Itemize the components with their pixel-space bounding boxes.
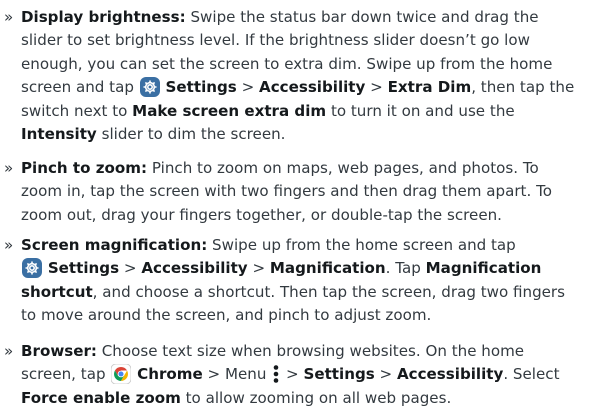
text-run: Pinch to zoom on maps, web pages, and ph… (147, 159, 539, 177)
bold-term: Extra Dim (387, 78, 472, 97)
text-run: slider to dim the screen. (96, 125, 286, 144)
settings-gear-icon (139, 77, 160, 98)
text-line: screen, tap Chrome > Menu > Settings > A… (4, 363, 608, 386)
bullet-marker: » (4, 159, 14, 177)
text-run: to turn it on and use the (326, 101, 515, 120)
text-run: Choose text size when browsing websites.… (96, 342, 525, 360)
list-item: » Browser: Choose text size when browsing… (4, 340, 608, 410)
text-line: enough, you can set the screen to extra … (4, 53, 608, 76)
text-run: slider to set brightness level. If the b… (21, 31, 530, 50)
text-run: > Menu (202, 365, 272, 384)
bold-term: Pinch to zoom: (21, 159, 148, 177)
chrome-icon (110, 364, 132, 385)
list-item: » Screen magnification: Swipe up from the… (4, 234, 608, 328)
text-run: switch next to (21, 101, 133, 120)
text-line: Intensity slider to dim the screen. (4, 123, 608, 146)
bold-term: Display brightness: (21, 8, 186, 26)
list-item: » Pinch to zoom: Pinch to zoom on maps, w… (4, 157, 608, 227)
bold-term: Settings (47, 259, 120, 278)
text-line: switch next to Make screen extra dim to … (4, 100, 608, 123)
bold-term: Make screen extra dim (132, 101, 327, 120)
text-run: screen, tap (21, 365, 111, 384)
bullet-marker: » (4, 342, 14, 360)
text-run: > (374, 365, 397, 384)
text-run: screen and tap (21, 78, 139, 97)
list-item: » Display brightness: Swipe the status ba… (4, 6, 608, 146)
text-line: » Display brightness: Swipe the status ba… (4, 6, 608, 29)
text-line: » Screen magnification: Swipe up from the… (4, 234, 608, 257)
text-run: to move around the screen, and pinch to … (21, 306, 432, 325)
text-run: , and choose a shortcut. Then tap the sc… (92, 282, 565, 301)
bold-term: Force enable zoom (21, 388, 181, 407)
bullet-marker: » (4, 236, 14, 254)
bold-term: Browser: (21, 342, 97, 360)
bold-term: Magnification (425, 259, 542, 278)
text-run: . Select (503, 365, 560, 384)
text-line: » Browser: Choose text size when browsing… (4, 340, 608, 363)
text-line: zoom out, drag your fingers together, or… (4, 204, 608, 227)
bullet-marker: » (4, 8, 14, 26)
text-line: to move around the screen, and pinch to … (4, 304, 608, 327)
bold-term: Intensity (21, 125, 97, 144)
text-line: slider to set brightness level. If the b… (4, 29, 608, 52)
bold-term: Accessibility (141, 259, 248, 278)
text-run: to allow zooming on all web pages. (180, 388, 452, 407)
settings-gear-icon (22, 258, 42, 279)
bold-term: Screen magnification: (21, 236, 208, 254)
bold-term: Chrome (137, 365, 203, 384)
bold-term: Magnification (269, 259, 386, 278)
text-run: > (281, 365, 304, 384)
text-run: . Tap (385, 259, 426, 278)
text-run: > (365, 78, 388, 97)
text-run: zoom out, drag your fingers together, or… (21, 205, 502, 224)
text-line: shortcut, and choose a shortcut. Then ta… (4, 281, 608, 304)
text-run: Swipe up from the home screen and tap (207, 236, 516, 254)
menu-dots-icon (272, 364, 280, 384)
text-run: zoom in, tap the screen with two fingers… (21, 182, 552, 201)
bold-term: Accessibility (259, 78, 366, 97)
text-line: Settings > Accessibility > Magnification… (4, 257, 608, 280)
text-run: > (236, 78, 260, 97)
text-run: > (119, 259, 142, 278)
bold-term: Settings (303, 365, 375, 384)
text-run: , then tap the (471, 78, 575, 97)
text-run: Swipe the status bar down twice and drag… (185, 8, 539, 26)
text-line: screen and tap Settings > Accessibility … (4, 76, 608, 99)
text-line: zoom in, tap the screen with two fingers… (4, 180, 608, 203)
bold-term: shortcut (21, 282, 93, 301)
text-run: enough, you can set the screen to extra … (21, 54, 553, 73)
text-line: » Pinch to zoom: Pinch to zoom on maps, w… (4, 157, 608, 180)
bold-term: Accessibility (396, 365, 504, 384)
text-run: > (247, 259, 270, 278)
bold-term: Settings (165, 78, 237, 97)
help-page: » Display brightness: Swipe the status ba… (0, 0, 616, 407)
